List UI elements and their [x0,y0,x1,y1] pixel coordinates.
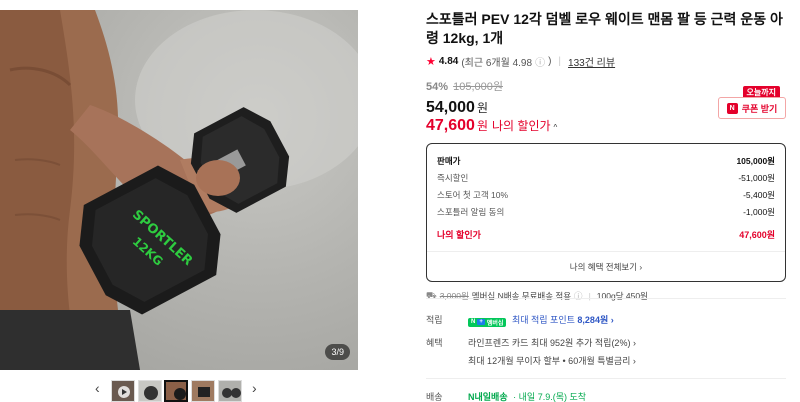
truck-icon: ⛟ [426,290,437,300]
shipping-fee-line: ⛟ 3,000원 멤버십 N배송 무료배송 적용 ⓘ | 100g당 450원 [426,290,786,302]
discount-rate: 54% [426,81,449,93]
coupon-button-label: 쿠폰 받기 [741,103,778,114]
thumbnail-3[interactable] [164,380,188,402]
naver-n-icon: N [726,102,738,114]
points-label: 적립 [426,315,443,325]
old-shipping-fee: 3,000원 [439,291,469,301]
star-icon: ★ [426,56,436,68]
my-price-row[interactable]: 47,600 원 나의 할인가 ^ [426,117,786,135]
thumbnail-1[interactable] [111,380,135,402]
breakdown-label: 스포틀러 알림 동의 [437,206,505,217]
thumbnail-3-image [174,388,186,400]
image-page-indicator: 3/9 [325,344,350,360]
breakdown-value: -1,000원 [743,206,775,217]
original-price: 105,000원 [453,81,503,93]
thumbnail-2-image [144,386,158,400]
rating-row: ★ 4.84 (최근 6개월 4.98 ⓘ) | 133건 리뷰 [426,54,786,69]
rating-value: 4.84 [438,56,459,67]
thumbnail-4-image [198,387,210,397]
benefits-label: 혜택 [426,338,443,348]
thumbnail-2[interactable] [138,380,162,402]
delivery-date: · 내일 7.9.(목) 도착 [513,392,587,402]
thumbnail-strip: ‹ › [0,378,358,402]
product-title: 스포틀러 PEV 12각 덤벨 로우 웨이트 맨몸 팔 등 근력 운동 아령 1… [426,11,783,46]
per-weight-price: 100g당 450원 [596,291,648,301]
delivery-label: 배송 [426,392,443,402]
thumb-next-icon[interactable]: › [252,380,257,396]
my-price-label: 나의 할인가 [491,119,551,133]
thumb-prev-icon[interactable]: ‹ [95,380,100,396]
breakdown-row: 스토어 첫 고객 10% -5,400원 [437,186,775,203]
chevron-up-icon[interactable]: ^ [554,123,558,132]
my-price-unit: 원 [476,119,488,133]
thumbnail-5-image [222,388,241,398]
breakdown-label: 즉시할인 [437,172,469,183]
benefits-row: 혜택 라인프렌즈 카드 최대 952원 추가 적립(2%) › 최대 12개월 … [426,336,636,367]
benefit-card-link[interactable]: 라인프렌즈 카드 최대 952원 추가 적립(2%) › [468,336,636,349]
thumbnail-5[interactable] [218,380,242,402]
breakdown-value: -5,400원 [743,189,775,200]
sale-price: 54,000 [426,99,475,116]
membership-shipping-text: 멤버십 N배송 무료배송 적용 [471,291,572,301]
breakdown-value: -51,000원 [738,172,775,183]
npay-n-text: N [471,319,476,325]
breakdown-my-label: 나의 할인가 [437,230,481,240]
breakdown-label: 스토어 첫 고객 10% [437,189,509,200]
section-divider [426,298,786,299]
next-day-delivery-badge: N내일배송 [468,392,508,402]
thumbnail-4[interactable] [191,380,215,402]
rating-recent-close: ) [548,56,552,67]
shipping-divider: | [588,291,591,301]
product-gallery: SPORTLER 12KG 3/9 ‹ › [0,10,358,402]
rating-recent: (최근 6개월 4.98 [461,58,533,69]
review-count-link[interactable]: 133건 리뷰 [568,54,615,69]
sale-price-unit: 원 [476,101,488,115]
max-points-text: 최대 적립 포인트 [511,315,575,325]
section-divider [426,378,786,379]
max-points-amount: 8,284원 › [577,315,614,325]
benefits-list: 라인프렌즈 카드 최대 952원 추가 적립(2%) › 최대 12개월 무이자… [468,336,636,367]
breakdown-divider [427,251,785,252]
product-info: 스포틀러 PEV 12각 덤벨 로우 웨이트 맨몸 팔 등 근력 운동 아령 1… [426,10,786,302]
breakdown-label: 판매가 [437,155,461,166]
info-icon[interactable]: ⓘ [535,54,545,69]
my-price: 47,600 [426,117,475,134]
coupon-button[interactable]: N 쿠폰 받기 [718,97,786,119]
all-benefits-link[interactable]: 나의 혜택 전체보기 › [437,261,775,273]
points-content[interactable]: N + 멤버십 최대 적립 포인트 8,284원 › [468,313,614,327]
breakdown-row: 스포틀러 알림 동의 -1,000원 [437,203,775,220]
npay-membership-text: 멤버십 [486,320,504,327]
discount-row: 54% 105,000원 [426,78,786,94]
rating-divider: | [558,56,562,67]
product-main-image[interactable]: SPORTLER 12KG 3/9 [0,10,358,370]
dumbbell-photo: SPORTLER 12KG [0,10,358,370]
breakdown-my-price-row: 나의 할인가 47,600원 [437,226,775,243]
delivery-row: 배송 N내일배송 · 내일 7.9.(목) 도착 [426,390,586,402]
benefit-installment-link[interactable]: 최대 12개월 무이자 할부 • 60개월 특별금리 › [468,354,636,367]
play-icon [118,386,130,398]
breakdown-value: 105,000원 [736,155,775,166]
npay-plus-text: + [477,319,485,325]
shipping-info-icon[interactable]: ⓘ [574,290,583,302]
breakdown-row: 즉시할인 -51,000원 [437,169,775,186]
breakdown-my-value: 47,600원 [739,230,775,240]
delivery-content: N내일배송 · 내일 7.9.(목) 도착 [468,390,586,402]
price-breakdown: 판매가 105,000원 즉시할인 -51,000원 스토어 첫 고객 10% … [426,143,786,282]
npay-membership-badge: N + 멤버십 [468,317,507,327]
breakdown-row: 판매가 105,000원 [437,152,775,169]
points-row: 적립 N + 멤버십 최대 적립 포인트 8,284원 › [426,313,614,327]
